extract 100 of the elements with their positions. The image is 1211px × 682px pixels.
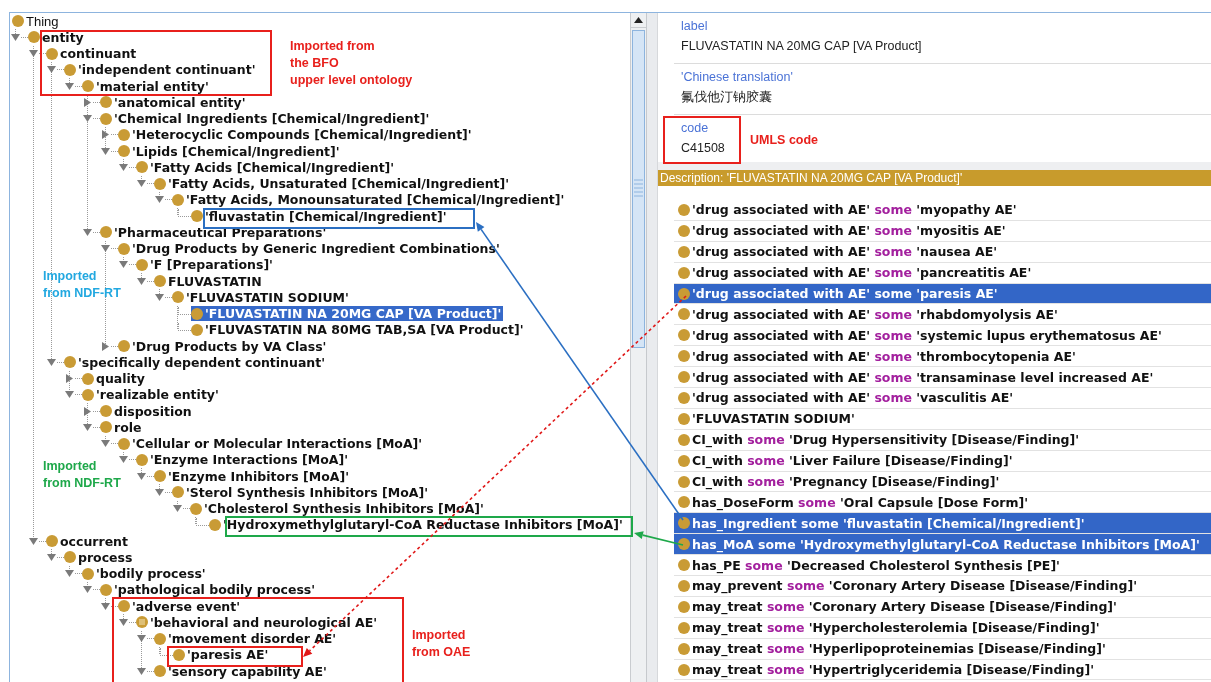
axiom-item[interactable]: may_prevent some 'Coronary Artery Disease [Disease/Finding]' xyxy=(674,576,1211,596)
collapse-toggle-icon[interactable] xyxy=(100,145,111,157)
axiom-item[interactable]: may_treat some 'Coronary Artery Disease [Disease/Finding]' xyxy=(674,596,1211,617)
axiom-item[interactable]: 'drug associated with AE' some 'paresis AE' xyxy=(674,283,1211,304)
tree-item[interactable]: 'Fatty Acids, Unsaturated [Chemical/Ingredient]' xyxy=(154,176,512,192)
tree-item[interactable]: 'Heterocyclic Compounds [Chemical/Ingredient]' xyxy=(118,127,474,143)
axiom-item[interactable]: 'drug associated with AE' some 'rhabdomyolysis AE' xyxy=(674,304,1211,325)
collapse-toggle-icon[interactable] xyxy=(100,243,111,255)
tree-item[interactable]: 'realizable entity' xyxy=(82,387,221,403)
tree-item[interactable]: 'F [Preparations]' xyxy=(136,257,275,273)
collapse-toggle-icon[interactable] xyxy=(154,486,165,498)
tree-item[interactable]: 'material entity' xyxy=(82,78,211,94)
collapse-toggle-icon[interactable] xyxy=(154,194,165,206)
collapse-toggle-icon[interactable] xyxy=(136,633,147,645)
axiom-item[interactable]: may_treat some 'Hypercholesterolemia [Disease/Finding]' xyxy=(674,617,1211,638)
axiom-item[interactable]: CI_with some 'Liver Failure [Disease/Finding]' xyxy=(674,450,1211,471)
axiom-item[interactable]: has_PE some 'Decreased Cholesterol Synthesis [PE]' xyxy=(674,555,1211,576)
tree-item[interactable]: 'Cholesterol Synthesis Inhibitors [MoA]' xyxy=(190,501,486,517)
tree-item[interactable]: 'Chemical Ingredients [Chemical/Ingredient]' xyxy=(100,111,432,127)
tree-item[interactable]: occurrent xyxy=(46,533,130,549)
collapse-toggle-icon[interactable] xyxy=(136,275,147,287)
axiom-item[interactable]: 'drug associated with AE' some 'pancreatitis AE' xyxy=(674,262,1211,283)
axiom-item[interactable]: 'drug associated with AE' some 'nausea AE' xyxy=(674,241,1211,262)
tree-item[interactable]: 'Enzyme Interactions [MoA]' xyxy=(136,452,351,468)
axiom-item[interactable]: CI_with some 'Pregnancy [Disease/Finding]' xyxy=(674,471,1211,492)
collapse-toggle-icon[interactable] xyxy=(46,551,57,563)
axiom-item[interactable]: 'drug associated with AE' some 'myositis AE' xyxy=(674,220,1211,241)
collapse-toggle-icon[interactable] xyxy=(118,454,129,466)
collapse-toggle-icon[interactable] xyxy=(10,31,21,43)
collapse-toggle-icon[interactable] xyxy=(46,356,57,368)
tree-item[interactable]: 'Fatty Acids, Monounsaturated [Chemical/Ingredient]' xyxy=(172,192,567,208)
axiom-item[interactable]: 'drug associated with AE' some 'transaminase level increased AE' xyxy=(674,367,1211,387)
tree-item[interactable]: 'Sterol Synthesis Inhibitors [MoA]' xyxy=(172,484,431,500)
axiom-item[interactable]: 'drug associated with AE' some 'thrombocytopenia AE' xyxy=(674,346,1211,367)
tree-item[interactable]: entity xyxy=(28,29,86,45)
axiom-item[interactable]: CI_with some 'Drug Hypersensitivity [Disease/Finding]' xyxy=(674,429,1211,450)
collapse-toggle-icon[interactable] xyxy=(136,470,147,482)
axiom-item[interactable]: has_DoseForm some 'Oral Capsule [Dose Form]' xyxy=(674,492,1211,513)
tree-item[interactable]: 'movement disorder AE' xyxy=(154,631,339,647)
collapse-toggle-icon[interactable] xyxy=(154,291,165,303)
axiom-item[interactable]: may_treat some 'Hypertriglyceridemia [Disease/Finding]' xyxy=(674,659,1211,680)
collapse-toggle-icon[interactable] xyxy=(46,64,57,76)
tree-item[interactable]: 'FLUVASTATIN SODIUM' xyxy=(172,289,351,305)
tree-item[interactable]: continuant xyxy=(46,46,139,62)
tree-item[interactable]: FLUVASTATIN xyxy=(154,273,264,289)
collapse-toggle-icon[interactable] xyxy=(172,503,183,515)
axiom-item[interactable]: 'drug associated with AE' some 'myopathy AE' xyxy=(674,200,1211,220)
tree-item[interactable]: 'Pharmaceutical Preparations' xyxy=(100,224,329,240)
axiom-item[interactable]: may_treat some 'Hyperlipoproteinemias [Disease/Finding]' xyxy=(674,638,1211,659)
collapse-toggle-icon[interactable] xyxy=(82,113,93,125)
axiom-item[interactable]: 'drug associated with AE' some 'vasculitis AE' xyxy=(674,388,1211,408)
tree-item[interactable]: quality xyxy=(82,371,147,387)
tree-item[interactable]: 'bodily process' xyxy=(82,566,208,582)
tree-item[interactable]: 'FLUVASTATIN NA 80MG TAB,SA [VA Product]' xyxy=(191,322,526,338)
collapse-toggle-icon[interactable] xyxy=(136,178,147,190)
collapse-toggle-icon[interactable] xyxy=(64,80,75,92)
expand-toggle-icon[interactable] xyxy=(64,373,75,385)
collapse-toggle-icon[interactable] xyxy=(28,48,39,60)
class-icon xyxy=(118,145,130,158)
collapse-toggle-icon[interactable] xyxy=(28,535,39,547)
axiom-item[interactable]: has_Ingredient some 'fluvastatin [Chemical/Ingredient]' xyxy=(674,513,1211,534)
class-icon xyxy=(118,437,130,450)
tree-item[interactable]: disposition xyxy=(100,403,194,419)
collapse-toggle-icon[interactable] xyxy=(118,259,129,271)
axiom-item[interactable]: 'FLUVASTATIN SODIUM' xyxy=(674,408,1211,429)
collapse-toggle-icon[interactable] xyxy=(82,226,93,238)
tree-item[interactable]: 'Drug Products by VA Class' xyxy=(118,338,329,354)
collapse-toggle-icon[interactable] xyxy=(100,600,111,612)
axiom-item[interactable]: 'drug associated with AE' some 'systemic lupus erythematosus AE' xyxy=(674,325,1211,346)
expand-toggle-icon[interactable] xyxy=(100,340,111,352)
tree-item[interactable]: 'paresis AE' xyxy=(173,647,271,663)
expand-toggle-icon[interactable] xyxy=(100,129,111,141)
collapse-toggle-icon[interactable] xyxy=(118,161,129,173)
collapse-toggle-icon[interactable] xyxy=(100,438,111,450)
tree-item[interactable]: 'Fatty Acids [Chemical/Ingredient]' xyxy=(136,159,397,175)
tree-item[interactable]: 'FLUVASTATIN NA 20MG CAP [VA Product]' xyxy=(191,306,504,322)
tree-item[interactable]: 'behavioral and neurological AE' xyxy=(136,614,380,630)
tree-item[interactable]: 'adverse event' xyxy=(118,598,243,614)
tree-item[interactable]: role xyxy=(100,419,144,435)
tree-item[interactable]: 'independent continuant' xyxy=(64,62,258,78)
tree-item[interactable]: process xyxy=(64,549,135,565)
expand-toggle-icon[interactable] xyxy=(82,405,93,417)
expand-toggle-icon[interactable] xyxy=(82,96,93,108)
tree-item[interactable]: 'fluvastatin [Chemical/Ingredient]' xyxy=(191,208,449,224)
tree-item[interactable]: 'pathological bodily process' xyxy=(100,582,318,598)
collapse-toggle-icon[interactable] xyxy=(82,421,93,433)
tree-item[interactable]: 'Lipids [Chemical/Ingredient]' xyxy=(118,143,342,159)
collapse-toggle-icon[interactable] xyxy=(136,665,147,677)
tree-item[interactable]: 'sensory capability AE' xyxy=(154,663,329,679)
tree-item[interactable]: 'specifically dependent continuant' xyxy=(64,354,328,370)
tree-item[interactable]: 'Enzyme Inhibitors [MoA]' xyxy=(154,468,351,484)
tree-item[interactable]: Thing xyxy=(12,13,61,29)
tree-item[interactable]: 'Cellular or Molecular Interactions [MoA]' xyxy=(118,436,425,452)
tree-item[interactable]: 'anatomical entity' xyxy=(100,94,248,110)
collapse-toggle-icon[interactable] xyxy=(64,389,75,401)
axiom-item[interactable]: has_MoA some 'Hydroxymethylglutaryl-CoA Reductase Inhibitors [MoA]' xyxy=(674,534,1211,555)
collapse-toggle-icon[interactable] xyxy=(82,584,93,596)
collapse-toggle-icon[interactable] xyxy=(64,568,75,580)
collapse-toggle-icon[interactable] xyxy=(118,616,129,628)
scrollbar-thumb[interactable] xyxy=(632,30,645,348)
